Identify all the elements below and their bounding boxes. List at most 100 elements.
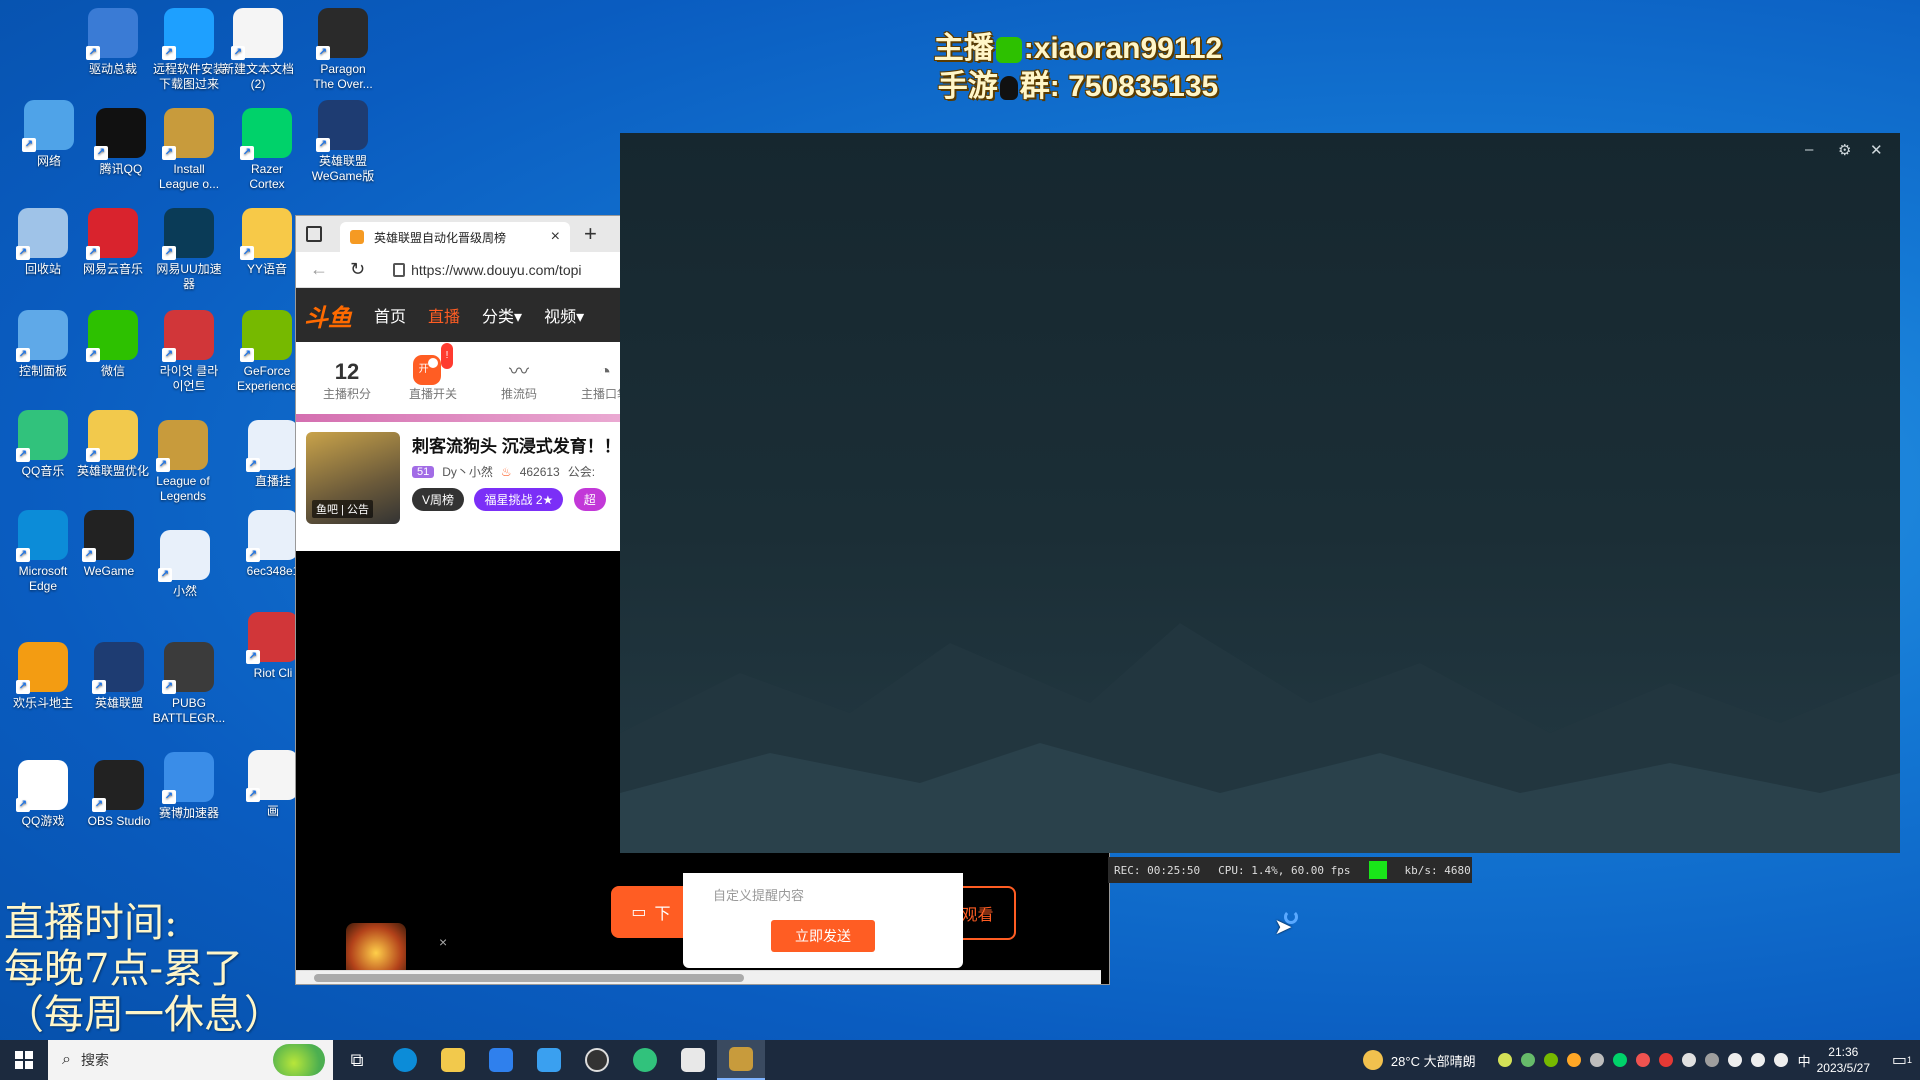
streaming-tool-icon[interactable]	[669, 1040, 717, 1080]
desktop-icon[interactable]: 라이엇 클라 이언트	[146, 310, 232, 394]
send-now-button[interactable]: 立即发送	[771, 920, 875, 952]
text-file-icon	[246, 750, 298, 802]
nav-live[interactable]: 直播	[428, 303, 460, 327]
weekly-rank-chip[interactable]: V周榜	[412, 488, 465, 511]
file-explorer-icon[interactable]	[429, 1040, 477, 1080]
reminder-input[interactable]: 自定义提醒内容	[713, 885, 933, 904]
stream-key[interactable]: 〰 推流码	[476, 359, 562, 402]
riot-icon	[162, 310, 214, 362]
url-field[interactable]: https://www.douyu.com/topi	[411, 262, 581, 278]
more-chip[interactable]: 超	[573, 488, 606, 511]
qq-icon	[999, 76, 1018, 101]
desktop-icon[interactable]: League of Legends	[140, 420, 226, 504]
taskbar-search[interactable]: ⌕ 搜索	[48, 1040, 333, 1080]
avatar-label[interactable]: 鱼吧 | 公告	[312, 500, 373, 518]
volume-icon[interactable]	[1773, 1053, 1788, 1067]
nav-video[interactable]: 视频▾	[544, 303, 584, 327]
desktop-icon-label: 新建文本文档 (2)	[221, 62, 294, 91]
desktop-icon[interactable]: 小然	[142, 530, 228, 599]
desktop-icon[interactable]: QQ游戏	[0, 760, 86, 829]
tray-app-icon[interactable]	[1635, 1053, 1650, 1067]
microphone-icon[interactable]	[1727, 1053, 1742, 1067]
close-tab-icon[interactable]: ×	[551, 228, 560, 246]
live-switch-badge: !	[440, 343, 454, 369]
yy-icon	[240, 208, 292, 260]
league-taskbar-icon[interactable]	[717, 1040, 765, 1080]
desktop-icon[interactable]: Install League o...	[146, 108, 232, 192]
browser-tab[interactable]: 英雄联盟自动化晋级周榜 ×	[340, 222, 570, 252]
remote-icon	[162, 8, 214, 60]
scrollbar-thumb[interactable]	[314, 974, 744, 982]
tray-app-icon[interactable]	[1681, 1053, 1696, 1067]
doudizhu-icon	[16, 642, 68, 694]
tray-app-icon[interactable]	[1658, 1053, 1673, 1067]
desktop-icon[interactable]: Razer Cortex	[224, 108, 310, 192]
challenge-chip[interactable]: 福星挑战 2★	[474, 488, 564, 511]
game-client-window[interactable]: – ⚙ ✕	[620, 133, 1900, 853]
desktop-icon[interactable]: 欢乐斗地主	[0, 642, 86, 711]
desktop-icon[interactable]: 新建文本文档 (2)	[215, 8, 301, 92]
tray-app-icon[interactable]	[1566, 1053, 1581, 1067]
tray-app-icon[interactable]	[1704, 1053, 1719, 1067]
razer-tray-icon[interactable]	[1612, 1053, 1627, 1067]
network-icon	[22, 100, 74, 152]
obs-icon	[92, 760, 144, 812]
ime-indicator[interactable]: 中	[1798, 1051, 1811, 1070]
tray-app-icon[interactable]	[1497, 1053, 1512, 1067]
anchor-score[interactable]: 12 主播积分	[304, 359, 390, 402]
anchor-name[interactable]: Dy丶小然	[442, 463, 493, 480]
edge-taskbar-icon[interactable]	[381, 1040, 429, 1080]
desktop-icon[interactable]: 网易云音乐	[70, 208, 156, 277]
qq-music-taskbar-icon[interactable]	[621, 1040, 669, 1080]
network-icon[interactable]	[1750, 1053, 1765, 1067]
qq-music-icon	[16, 410, 68, 462]
edge-icon	[16, 510, 68, 562]
schedule-time: 每晚7点-累了	[4, 946, 243, 992]
new-tab-icon[interactable]: +	[584, 221, 597, 247]
clock-date: 2023/5/27	[1816, 1061, 1870, 1075]
streamer-contact-overlay: 主播:xiaoran99112 手游 群: 750835135	[928, 30, 1228, 106]
close-icon[interactable]: ✕	[1870, 141, 1883, 159]
tab-actions-icon[interactable]	[306, 226, 322, 242]
stream-schedule-overlay: 直播时间: 每晚7点-累了 （每周一休息）	[4, 900, 324, 1038]
notification-icon[interactable]: ▭ 1	[1884, 1040, 1920, 1080]
tray-app-icon[interactable]	[1589, 1053, 1604, 1067]
mail-icon[interactable]	[525, 1040, 573, 1080]
back-icon[interactable]: ←	[310, 259, 328, 280]
settings-icon[interactable]: ⚙	[1838, 141, 1851, 159]
recycle-bin-icon	[16, 208, 68, 260]
gift-close-icon[interactable]: ×	[439, 934, 447, 950]
nav-category[interactable]: 分类▾	[482, 303, 522, 327]
desktop-icon[interactable]: 英雄联盟 WeGame版	[300, 100, 386, 184]
live-switch-toggle[interactable]: 开	[412, 355, 441, 385]
download-button[interactable]: ▭ 下	[611, 886, 691, 938]
tray-icons	[1497, 1053, 1788, 1067]
horizontal-scrollbar[interactable]	[296, 970, 1101, 984]
minimize-icon[interactable]: –	[1805, 141, 1813, 158]
desktop-icon[interactable]: PUBG BATTLEGR...	[146, 642, 232, 726]
start-button[interactable]	[0, 1040, 48, 1080]
desktop-icon[interactable]: Paragon The Over...	[300, 8, 386, 92]
wechat-icon	[995, 37, 1022, 64]
nvidia-tray-icon[interactable]	[1543, 1053, 1558, 1067]
weather-widget[interactable]: 28°C 大部晴朗	[1362, 1050, 1476, 1070]
nav-home[interactable]: 首页	[374, 303, 406, 327]
desktop-icon[interactable]: 微信	[70, 310, 156, 379]
clock[interactable]: 21:36 2023/5/27	[1817, 1044, 1870, 1076]
weather-text: 28°C 大部晴朗	[1390, 1053, 1476, 1069]
desktop-icon[interactable]: 网易UU加速 器	[146, 208, 232, 292]
refresh-icon[interactable]: ↻	[350, 259, 365, 280]
anchor-avatar[interactable]: 鱼吧 | 公告	[306, 432, 400, 524]
qq-icon	[94, 108, 146, 160]
douyu-logo[interactable]: 斗鱼	[304, 298, 352, 333]
desktop-icon[interactable]: 赛博加速器	[146, 752, 232, 821]
obs-taskbar-icon[interactable]	[573, 1040, 621, 1080]
desktop-icon[interactable]: WeGame	[66, 510, 152, 579]
tray-app-icon[interactable]	[1520, 1053, 1535, 1067]
task-view-icon[interactable]: ⧉	[333, 1040, 381, 1080]
desktop-icon-label: WeGame	[83, 564, 135, 578]
store-icon[interactable]	[477, 1040, 525, 1080]
live-switch[interactable]: 开! 直播开关	[390, 343, 476, 402]
desktop-icon[interactable]: 驱动总裁	[70, 8, 156, 77]
room-title: 刺客流狗头 沉浸式发育！！	[412, 437, 621, 456]
